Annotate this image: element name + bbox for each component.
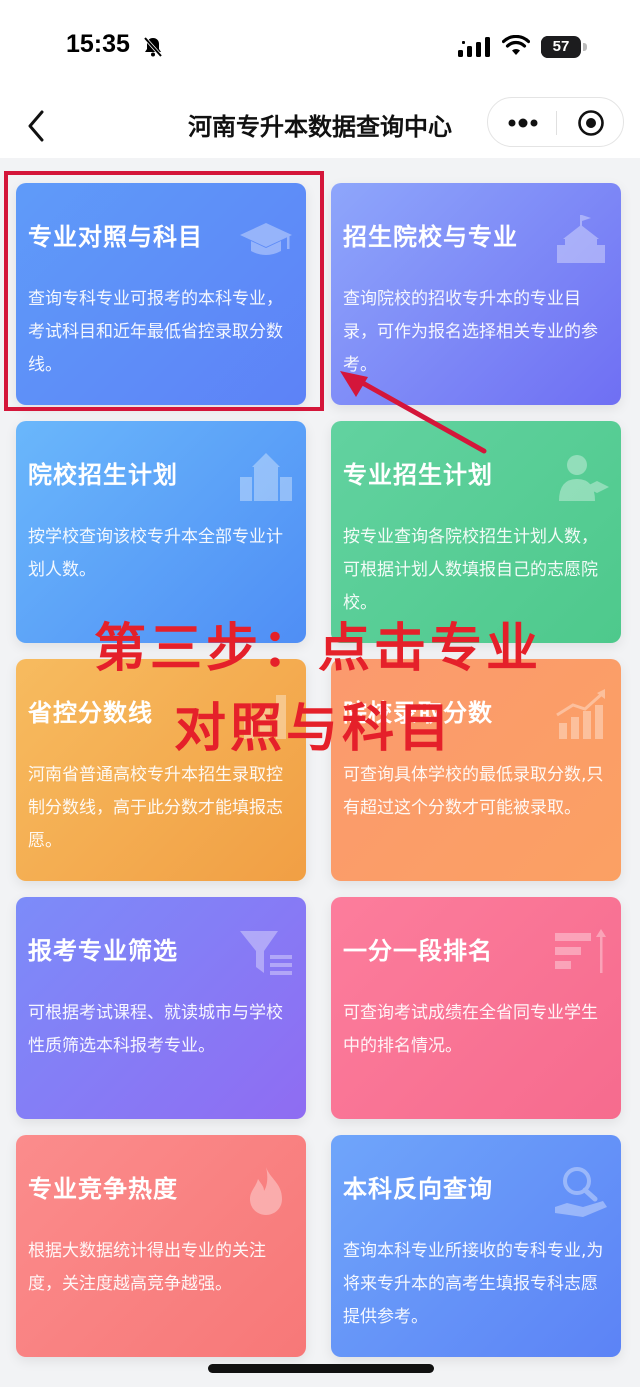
card-title: 省控分数线 [28,699,153,727]
battery-icon: 57 [541,36,581,58]
annotation-arrow-icon [340,371,487,454]
card-major-competition[interactable]: 专业竞争热度 根据大数据统计得出专业的关注度，关注度越高竞争越强。 [16,1135,306,1357]
annotation-step-line2: 对照与科目 [174,699,455,759]
card-description: 可查询具体学校的最低录取分数,只有超过这个分数才可能被录取。 [343,765,604,818]
card-title: 本科反向查询 [343,1175,493,1203]
campus-icon [240,453,292,501]
nav-bar: 河南专升本数据查询中心 [0,96,640,158]
flame-icon [250,1167,282,1215]
annotation-step-line1: 第三步：点击专业 [94,619,543,679]
home-indicator [208,1364,434,1373]
mini-program-capsule [487,97,624,147]
bell-muted-icon [143,36,163,58]
wifi-icon [502,35,530,55]
card-reverse-query[interactable]: 本科反向查询 查询本科专业所接收的专科专业,为将来专升本的高考生填报专科志愿提供… [331,1135,621,1357]
magnifier-hand-icon [555,1167,607,1217]
card-title: 一分一段排名 [343,937,493,965]
trend-chart-icon [556,689,605,739]
card-description: 可查询考试成绩在全省同专业学生中的排名情况。 [343,1003,598,1056]
filter-icon [240,931,292,975]
status-bar: 15:35 57 [0,0,640,96]
card-description: 按学校查询该校专升本全部专业计划人数。 [28,527,283,580]
card-title: 报考专业筛选 [28,937,178,965]
ranking-icon [555,929,606,973]
card-description: 查询本科专业所接收的专科专业,为将来专升本的高考生填报专科志愿提供参考。 [343,1241,604,1327]
battery-cap [583,43,587,51]
battery-percentage: 57 [552,38,570,55]
card-score-ranking[interactable]: 一分一段排名 可查询考试成绩在全省同专业学生中的排名情况。 [331,897,621,1119]
card-description: 根据大数据统计得出专业的关注度，关注度越高竞争越强。 [28,1241,266,1294]
card-major-filter[interactable]: 报考专业筛选 可根据考试课程、就读城市与学校性质筛选本科报考专业。 [16,897,306,1119]
capsule-divider [556,111,557,135]
back-arrow-icon[interactable] [22,106,56,146]
page-title: 河南专升本数据查询中心 [188,113,452,141]
highlight-box [4,171,324,411]
card-description: 河南省普通高校专升本招生录取控制分数线，高于此分数才能填报志愿。 [28,765,283,851]
graduate-person-icon [559,455,609,501]
close-mini-program-icon[interactable] [577,109,605,137]
school-building-icon [557,215,605,263]
card-title: 招生院校与专业 [343,223,518,251]
card-title: 专业招生计划 [343,461,493,489]
card-title: 专业竞争热度 [28,1175,178,1203]
card-title: 院校招生计划 [28,461,178,489]
more-options-icon[interactable] [506,111,540,135]
card-description: 可根据考试课程、就读城市与学校性质筛选本科报考专业。 [28,1003,283,1056]
status-time: 15:35 [66,30,130,58]
signal-icon [458,37,490,57]
